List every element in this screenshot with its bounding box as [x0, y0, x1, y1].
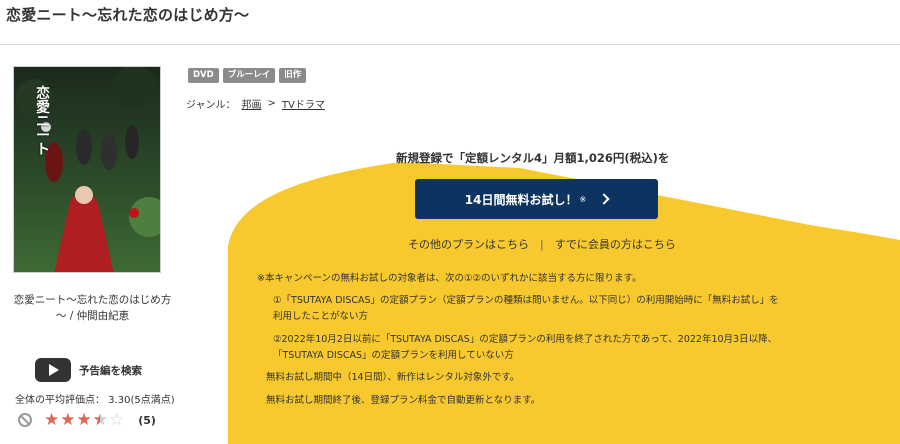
genre-breadcrumb: ジャンル： 邦画 > TVドラマ — [186, 96, 325, 111]
star-empty-icon: ☆ — [109, 410, 125, 430]
note-item-2-line2: 「TSUTAYA DISCAS」の定額プランを利用していない方 — [273, 350, 514, 361]
chevron-right-icon — [598, 193, 610, 205]
campaign-notes: ※本キャンペーンの無料お試しの対象者は、次の①②のいずれかに該当する方に限ります… — [257, 271, 857, 406]
note-auto-renewal: 無料お試し期間終了後、登録プラン料金で自動更新となります。 — [266, 395, 541, 406]
other-plans-link[interactable]: その他のプランはこちら — [408, 236, 529, 252]
work-title-line2: ～ / 仲間由紀恵 — [55, 310, 130, 322]
format-badges: DVD ブルーレイ 旧作 — [188, 68, 307, 83]
genre-link-tv-drama[interactable]: TVドラマ — [282, 96, 325, 111]
star-full-icon: ★ — [60, 410, 76, 430]
note-item-1-line2: 利用したことがない方 — [273, 311, 369, 322]
genre-label: ジャンル： — [186, 100, 236, 111]
cover-image[interactable]: 恋愛ニート — [13, 66, 161, 273]
work-title[interactable]: 恋愛ニート～忘れた恋のはじめ方 ～ / 仲間由紀恵 — [10, 292, 175, 324]
plan-links: その他のプランはこちら | すでに会員の方はこちら — [408, 236, 676, 252]
breadcrumb-separator: > — [267, 98, 276, 109]
star-rating: ★ ★ ★ ★ ☆ — [44, 411, 124, 429]
genre-link-houga[interactable]: 邦画 — [242, 96, 262, 111]
note-item-2-line1: ②2022年10月2日以前に「TSUTAYA DISCAS」の定額プランの利用を… — [273, 334, 778, 345]
notes-intro: ※本キャンペーンの無料お試しの対象者は、次の①②のいずれかに該当する方に限ります… — [257, 273, 642, 284]
trailer-search-label: 予告編を検索 — [79, 364, 142, 377]
trailer-search-button[interactable]: 予告編を検索 — [35, 358, 142, 382]
work-title-line1: 恋愛ニート～忘れた恋のはじめ方 — [13, 294, 172, 306]
star-half-icon: ★ — [93, 411, 108, 429]
prohibited-icon[interactable] — [18, 413, 32, 427]
free-trial-button[interactable]: 14日間無料お試し！ ※ — [415, 179, 658, 219]
note-item-1: ①「TSUTAYA DISCAS」の定額プラン（定額プランの種類は問いません。以… — [273, 293, 779, 325]
average-rating-label: 全体の平均評価点： 3.30(5点満点) — [15, 395, 175, 406]
note-item-2: ②2022年10月2日以前に「TSUTAYA DISCAS」の定額プランの利用を… — [273, 332, 777, 364]
cover-title-text: 恋愛ニート — [36, 86, 50, 158]
badge-bluray: ブルーレイ — [222, 68, 276, 83]
star-full-icon: ★ — [44, 410, 60, 430]
free-trial-note-mark: ※ — [579, 194, 587, 204]
review-count[interactable]: (5) — [138, 414, 156, 427]
note-item-1-line1: ①「TSUTAYA DISCAS」の定額プラン（定額プランの種類は問いません。以… — [273, 295, 779, 306]
rating-row: ★ ★ ★ ★ ☆ (5) — [18, 411, 156, 429]
badge-dvd: DVD — [188, 68, 219, 83]
promo-headline: 新規登録で「定額レンタル4」月額1,026円(税込)を — [396, 151, 670, 165]
play-icon — [35, 358, 71, 382]
free-trial-label: 14日間無料お試し！ — [464, 192, 578, 207]
note-trial-period: 無料お試し期間中（14日間）、新作はレンタル対象外です。 — [266, 372, 520, 383]
link-separator: | — [540, 237, 544, 251]
star-full-icon: ★ — [76, 410, 92, 430]
existing-member-link[interactable]: すでに会員の方はこちら — [555, 236, 676, 252]
badge-old-release: 旧作 — [279, 68, 307, 83]
